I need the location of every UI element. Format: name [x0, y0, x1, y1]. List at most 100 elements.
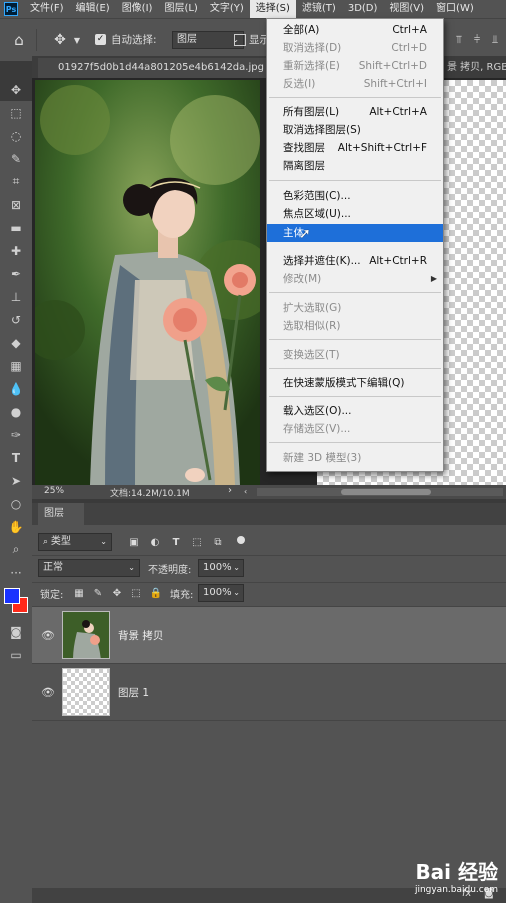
crop-tool-icon[interactable]: ⌗	[0, 170, 32, 193]
visibility-eye-icon[interactable]: 👁	[40, 627, 56, 643]
menu-select[interactable]: 选择(S)	[249, 0, 296, 18]
menu-item-focus-area[interactable]: 焦点区域(U)...	[267, 205, 443, 223]
fill-input[interactable]: 100% ⌄	[198, 584, 244, 602]
menu-item-deselect[interactable]: 取消选择(D) Ctrl+D	[267, 39, 443, 57]
filter-adjustment-icon[interactable]: ◐	[148, 534, 162, 550]
layer-name[interactable]: 图层 1	[118, 685, 149, 700]
clone-stamp-tool-icon[interactable]: ⊥	[0, 285, 32, 308]
menu-item-transform-selection[interactable]: 变换选区(T)	[267, 346, 443, 364]
ellipse-tool-icon[interactable]: ○	[0, 492, 32, 515]
submenu-arrow-icon: ▶	[430, 274, 437, 283]
zoom-tool-icon[interactable]: ⌕	[0, 538, 32, 561]
menu-separator	[269, 368, 441, 369]
lock-position-icon[interactable]: ✥	[110, 585, 124, 601]
scrollbar-thumb[interactable]	[341, 489, 431, 495]
visibility-eye-icon[interactable]: 👁	[40, 684, 56, 700]
layer-row[interactable]: 👁 图层 1	[32, 664, 506, 720]
menu-type[interactable]: 文字(Y)	[204, 0, 250, 18]
menu-item-subject[interactable]: 主体 ➚	[267, 224, 443, 242]
home-icon[interactable]: ⌂	[8, 29, 30, 51]
brush-tool-icon[interactable]: ✒	[0, 262, 32, 285]
lock-transparent-icon[interactable]: ▦	[72, 585, 86, 601]
menu-separator	[269, 442, 441, 443]
tools-panel: ✥ ⬚ ◌ ✎ ⌗ ⊠ ▬ ✚ ✒ ⊥ ↺ ◆ ▦ 💧 ● ✑ T ➤ ○ ✋ …	[0, 78, 32, 903]
screen-mode-icon[interactable]: ▭	[0, 643, 32, 666]
document-tab-secondary[interactable]: 景 拷贝, RGB/8	[447, 58, 506, 78]
gradient-tool-icon[interactable]: ▦	[0, 354, 32, 377]
menu-item-save-selection[interactable]: 存储选区(V)...	[267, 420, 443, 438]
foreground-color-swatch[interactable]	[4, 588, 20, 604]
move-tool-icon[interactable]: ✥	[0, 78, 32, 101]
layers-tab[interactable]: 图层	[38, 503, 84, 525]
menu-item-isolate-layers[interactable]: 隔离图层	[267, 157, 443, 175]
scroll-left-icon[interactable]: ‹	[244, 488, 254, 496]
align-bottom-icon[interactable]: ⫫	[488, 31, 502, 49]
opacity-input[interactable]: 100% ⌄	[198, 559, 244, 577]
filter-smart-object-icon[interactable]: ⧉	[211, 534, 225, 550]
dodge-tool-icon[interactable]: ●	[0, 400, 32, 423]
menu-image[interactable]: 图像(I)	[116, 0, 159, 18]
menu-item-find-layers[interactable]: 查找图层 Alt+Shift+Ctrl+F	[267, 139, 443, 157]
marquee-tool-icon[interactable]: ⬚	[0, 101, 32, 124]
lock-label: 锁定:	[40, 590, 64, 601]
chevron-down-icon[interactable]: ▼	[72, 29, 82, 51]
filter-type-icon[interactable]: T	[169, 534, 183, 550]
menu-item-inverse[interactable]: 反选(I) Shift+Ctrl+I	[267, 75, 443, 93]
align-middle-icon[interactable]: ⫩	[470, 31, 484, 49]
lasso-tool-icon[interactable]: ◌	[0, 124, 32, 147]
photo-illustration	[35, 80, 260, 485]
lock-all-icon[interactable]: 🔒	[149, 585, 163, 601]
eyedropper-tool-icon[interactable]: ▬	[0, 216, 32, 239]
filter-pixel-icon[interactable]: ▣	[127, 534, 141, 550]
lock-artboard-icon[interactable]: ⬚	[129, 585, 143, 601]
layer-filter-dropdown[interactable]: ⌕ 类型 ⌄	[38, 533, 112, 551]
layer-row[interactable]: 👁 背景 拷贝	[32, 607, 506, 663]
menu-3d[interactable]: 3D(D)	[342, 0, 384, 18]
menu-item-select-and-mask[interactable]: 选择并遮住(K)... Alt+Ctrl+R	[267, 252, 443, 270]
more-tools-icon[interactable]: ···	[0, 561, 32, 584]
menu-item-modify[interactable]: 修改(M) ▶	[267, 270, 443, 288]
blur-tool-icon[interactable]: 💧	[0, 377, 32, 400]
filter-toggle-icon[interactable]	[237, 536, 245, 544]
menu-file[interactable]: 文件(F)	[24, 0, 70, 18]
menu-layer[interactable]: 图层(L)	[158, 0, 203, 18]
align-top-icon[interactable]: ⫪	[452, 31, 466, 49]
show-transform-checkbox[interactable]	[234, 34, 246, 46]
menu-edit[interactable]: 编辑(E)	[70, 0, 116, 18]
menu-item-new-3d-model[interactable]: 新建 3D 模型(3)	[267, 449, 443, 467]
chevron-right-icon[interactable]: ›	[228, 485, 232, 496]
type-tool-icon[interactable]: T	[0, 446, 32, 469]
menu-item-load-selection[interactable]: 载入选区(O)...	[267, 402, 443, 420]
healing-brush-tool-icon[interactable]: ✚	[0, 239, 32, 262]
menu-item-all-layers[interactable]: 所有图层(L) Alt+Ctrl+A	[267, 103, 443, 121]
layer-thumbnail-photo	[63, 612, 109, 658]
hand-tool-icon[interactable]: ✋	[0, 515, 32, 538]
menu-item-quick-mask[interactable]: 在快速蒙版模式下编辑(Q)	[267, 374, 443, 392]
menu-window[interactable]: 窗口(W)	[430, 0, 480, 18]
menu-item-reselect[interactable]: 重新选择(E) Shift+Ctrl+D	[267, 57, 443, 75]
history-brush-tool-icon[interactable]: ↺	[0, 308, 32, 331]
menu-item-grow[interactable]: 扩大选取(G)	[267, 299, 443, 317]
menu-item-deselect-layers[interactable]: 取消选择图层(S)	[267, 121, 443, 139]
lock-pixels-icon[interactable]: ✎	[91, 585, 105, 601]
document-tab[interactable]: 01927f5d0b1d44a801205e4b6142da.jpg	[38, 58, 288, 78]
layer-name[interactable]: 背景 拷贝	[118, 628, 163, 643]
blend-mode-dropdown[interactable]: 正常 ⌄	[38, 559, 140, 577]
pen-tool-icon[interactable]: ✑	[0, 423, 32, 446]
frame-tool-icon[interactable]: ⊠	[0, 193, 32, 216]
divider	[32, 582, 506, 583]
eraser-tool-icon[interactable]: ◆	[0, 331, 32, 354]
menu-item-color-range[interactable]: 色彩范围(C)...	[267, 187, 443, 205]
move-tool-icon[interactable]: ✥	[50, 29, 70, 51]
quick-mask-icon[interactable]: ◙	[0, 620, 32, 643]
menu-item-similar[interactable]: 选取相似(R)	[267, 317, 443, 335]
quick-select-tool-icon[interactable]: ✎	[0, 147, 32, 170]
filter-shape-icon[interactable]: ⬚	[190, 534, 204, 550]
menu-filter[interactable]: 滤镜(T)	[296, 0, 342, 18]
menu-view[interactable]: 视图(V)	[383, 0, 430, 18]
path-select-tool-icon[interactable]: ➤	[0, 469, 32, 492]
horizontal-scrollbar[interactable]	[257, 488, 503, 496]
zoom-level[interactable]: 25%	[44, 486, 64, 496]
auto-select-checkbox[interactable]: ✓	[95, 34, 106, 45]
menu-item-select-all[interactable]: 全部(A) Ctrl+A	[267, 21, 443, 39]
